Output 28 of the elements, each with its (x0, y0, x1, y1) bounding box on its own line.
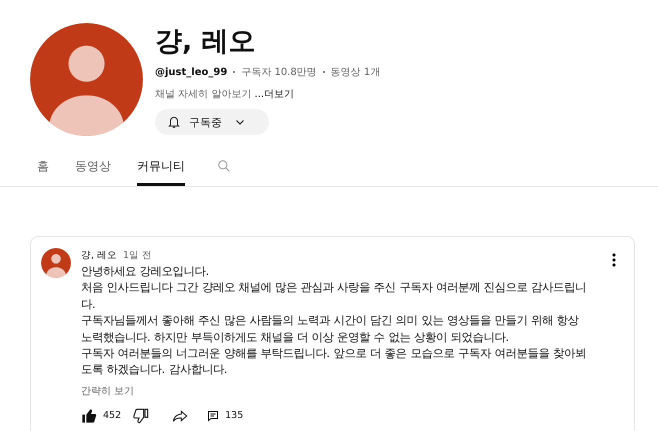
channel-description[interactable]: 채널 자세히 알아보기 (155, 89, 255, 100)
show-less-link[interactable]: 간략히 보기 (81, 384, 134, 398)
thumbs-up-icon[interactable] (81, 408, 97, 424)
bell-icon (167, 115, 181, 129)
post-paragraph: 안녕하세요 강레오입니다. (81, 264, 210, 280)
thumbs-down-icon[interactable] (133, 408, 150, 424)
comment-icon[interactable] (207, 410, 220, 422)
more-options-icon[interactable] (612, 253, 616, 267)
post-paragraph: 구독자님들께서 좋아해 주신 많은 사람들의 노력과 시간이 담긴 의미 있는 영상들을 만들기 위해 항상 노력했습니다. 하지만 부득이하게도 채널을 더 이상 운영할 수 없는 상황이 되었습니다. (81, 313, 580, 346)
channel-tab[interactable]: 홈 (37, 158, 49, 186)
subscriber-count: 구독자 10.8만명 (241, 66, 317, 79)
avatar-icon (30, 23, 143, 136)
channel-tab[interactable]: 커뮤니티 (137, 158, 185, 186)
search-icon[interactable] (217, 159, 231, 173)
post-paragraph: 처음 인사드립니다 그간 걍레오 채널에 많은 관심과 사랑을 주신 구독자 여러분께 진심으로 감사드립니다. (81, 280, 587, 313)
like-count: 452 (103, 410, 122, 422)
post-author[interactable]: 걍, 레오 (81, 249, 118, 262)
channel-handle: @just_leo_99 (155, 66, 228, 78)
share-icon[interactable] (171, 408, 190, 424)
post-paragraph: 구독자 여러분들의 너그러운 양해를 부탁드립니다. 앞으로 더 좋은 모습으로 구독자 여러분들을 찾아뵈도록 하겠습니다. 감사합니다. (81, 346, 587, 378)
channel-name: 걍, 레오 (155, 25, 257, 59)
video-count: 동영상 1개 (330, 66, 380, 79)
subscribed-button[interactable]: 구독중 (155, 109, 269, 135)
comment-count: 135 (225, 410, 244, 422)
channel-tab[interactable]: 동영상 (75, 158, 111, 186)
post-time: 1일 전 (123, 249, 152, 262)
avatar-icon (41, 248, 71, 278)
more-link[interactable]: ...더보기 (254, 89, 294, 100)
